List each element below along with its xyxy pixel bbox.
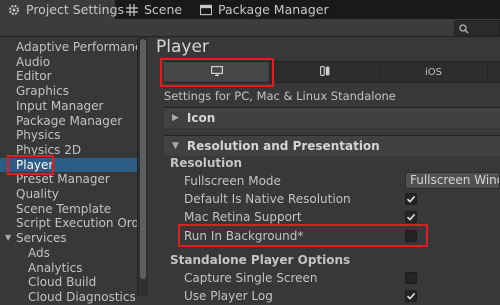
sidebar-item-cloud-build[interactable]: Cloud Build [0,275,137,290]
sidebar-item-label: Script Execution Order [16,216,152,231]
sidebar-item-quality[interactable]: Quality [0,187,137,202]
sidebar-item-label: Cloud Diagnostics [28,289,136,304]
default-native-resolution-label: Default Is Native Resolution [184,192,351,206]
scrollbar-thumb[interactable] [140,39,146,279]
sidebar-item-audio[interactable]: Audio [0,55,137,70]
section-icon[interactable]: ▶ Icon [164,107,500,128]
sidebar-item-label: Scene Template [16,201,112,216]
sidebar-item-adaptive-performance[interactable]: Adaptive Performance [0,40,149,55]
check-icon [406,292,416,300]
tab-package-manager[interactable]: Package Manager [192,0,329,19]
tab-project-settings[interactable]: Project Settings [0,0,124,19]
use-player-log-label: Use Player Log [184,289,273,303]
settings-platform-label: Settings for PC, Mac & Linux Standalone [164,89,396,103]
section-resolution-presentation[interactable]: ▼ Resolution and Presentation [164,135,500,156]
caret-right-icon: ▶ [172,113,179,123]
mac-retina-support-checkbox[interactable] [405,211,417,223]
gear-icon [8,4,20,16]
tab-label: Scene [144,2,183,17]
grid-icon [126,3,138,16]
tab-label: Package Manager [218,2,329,17]
sidebar-item-editor[interactable]: Editor [0,69,137,84]
caret-down-icon[interactable]: ▼ [5,231,11,246]
sidebar-item-script-execution-order[interactable]: Script Execution Order [0,216,151,231]
search-icon [459,23,469,37]
sidebar-item-label: Services [16,231,67,246]
settings-toolbar [0,19,500,37]
standalone-options-subheading: Standalone Player Options [170,253,351,267]
sidebar-item-label: Package Manager [16,113,123,128]
sidebar-item-label: Analytics [28,260,83,275]
sidebar-item-label: Editor [16,69,52,84]
mac-retina-support-label: Mac Retina Support [184,210,302,224]
highlight-player-item [7,155,54,175]
sidebar-item-label: Quality [16,187,59,201]
sidebar-item-services[interactable]: ▼ Services [0,231,137,246]
fullscreen-mode-label: Fullscreen Mode [184,174,281,188]
check-icon [406,213,416,221]
highlight-run-in-background [178,224,428,247]
use-player-log-checkbox[interactable] [405,290,417,302]
tab-more[interactable] [488,62,500,82]
page-title: Player [156,37,209,57]
sidebar-item-label: Cloud Build [28,275,97,290]
caret-down-icon: ▼ [172,141,179,151]
sidebar-item-label: Physics [16,128,61,143]
editor-tab-bar: Project Settings Scene Package Manager [0,0,500,19]
package-icon [200,4,212,16]
tab-ios[interactable]: iOS [380,62,488,82]
sidebar-item-cloud-diagnostics[interactable]: Cloud Diagnostics [0,290,137,305]
default-native-resolution-checkbox[interactable] [405,193,417,205]
tab-switch[interactable] [270,62,380,82]
sidebar-item-label: Adaptive Performance [16,40,149,54]
switch-icon [319,65,330,79]
sidebar-item-physics[interactable]: Physics [0,128,137,143]
sidebar-item-graphics[interactable]: Graphics [0,84,137,99]
sidebar-item-label: Ads [28,245,50,260]
sidebar-item-label: Graphics [16,84,69,99]
sidebar-item-ads[interactable]: Ads [0,246,137,261]
sidebar-item-label: Audio [16,54,51,69]
sidebar-item-package-manager[interactable]: Package Manager [0,114,137,129]
resolution-subheading: Resolution [170,156,243,170]
capture-single-screen-label: Capture Single Screen [184,271,318,285]
tab-label: Project Settings [26,2,125,17]
section-label: Resolution and Presentation [186,139,380,153]
tab-label: iOS [425,66,442,78]
sidebar-item-input-manager[interactable]: Input Manager [0,99,137,114]
sidebar-item-scene-template[interactable]: Scene Template [0,202,137,217]
check-icon [406,195,416,203]
sidebar-item-analytics[interactable]: Analytics [0,261,137,276]
section-label: Icon [186,111,216,125]
tab-scene[interactable]: Scene [118,0,190,19]
capture-single-screen-checkbox[interactable] [405,272,417,284]
fullscreen-mode-dropdown[interactable]: Fullscreen Window [405,172,500,189]
search-input[interactable] [454,20,500,36]
sidebar-item-label: Input Manager [16,98,104,113]
sidebar-scrollbar[interactable] [137,37,148,296]
highlight-standalone-tab [160,58,274,87]
